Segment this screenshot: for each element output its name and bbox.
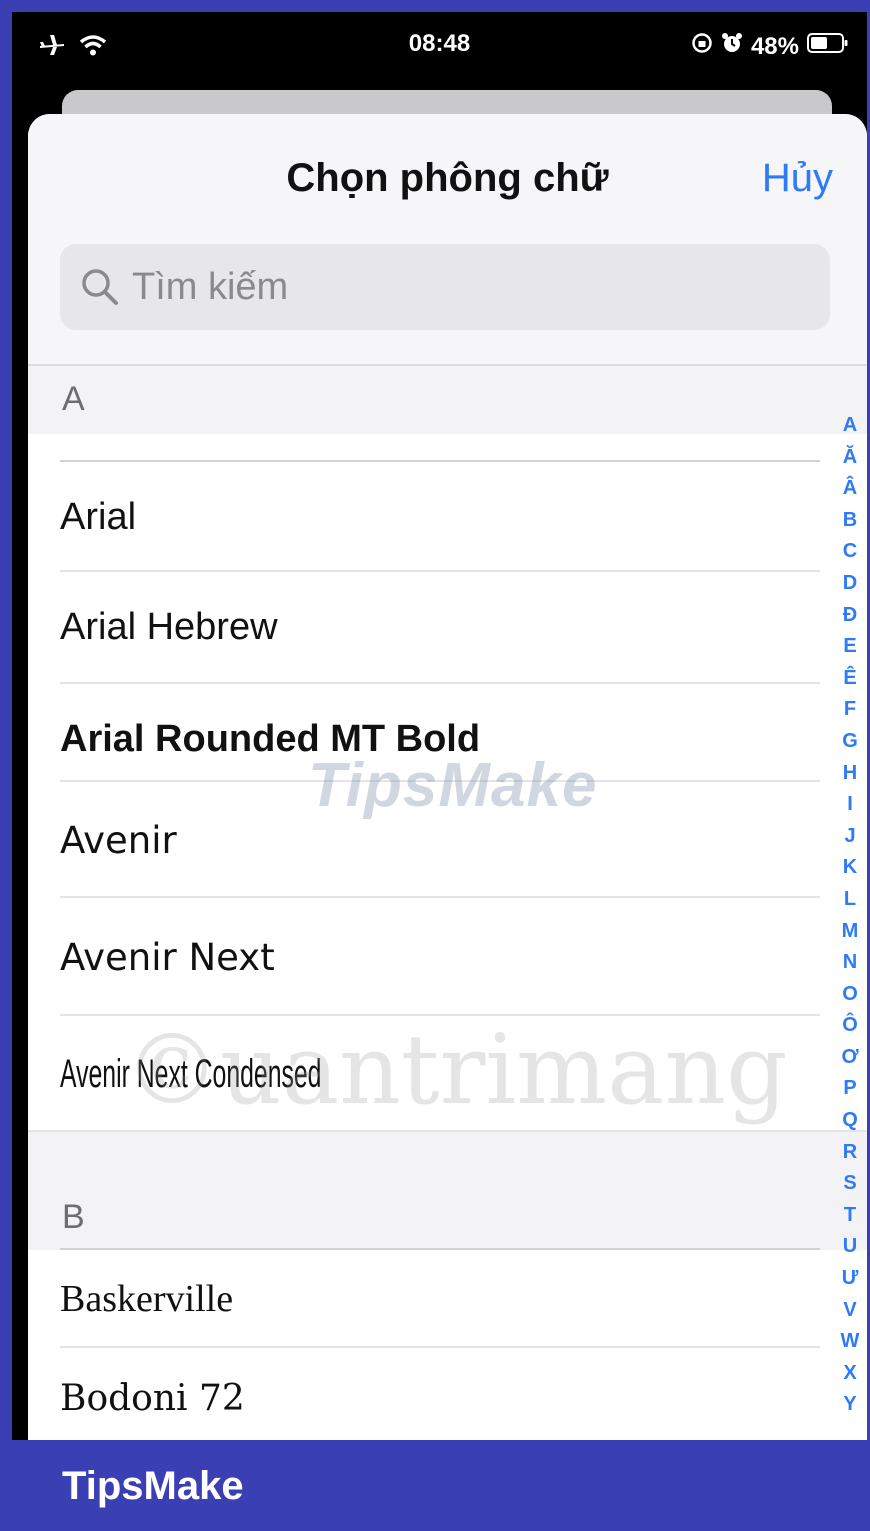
font-name: Avenir Next (60, 935, 275, 979)
index-letter[interactable]: Ơ (841, 1042, 858, 1074)
font-name: Baskerville (60, 1278, 234, 1320)
index-letter[interactable]: P (843, 1073, 856, 1105)
index-letter[interactable]: Đ (843, 600, 857, 632)
index-letter[interactable]: O (842, 979, 858, 1011)
section-header-b: B (28, 1130, 867, 1250)
font-name: Bodoni 72 (60, 1377, 245, 1419)
index-letter[interactable]: X (843, 1358, 856, 1390)
search-icon (78, 265, 122, 309)
alarm-icon (721, 32, 743, 61)
index-letter[interactable]: Ê (843, 663, 856, 695)
font-row-avenir-next[interactable]: Avenir Next (60, 896, 820, 1016)
section-letter: B (62, 1198, 85, 1236)
search-bar[interactable] (60, 244, 830, 330)
status-right: 48% (691, 32, 849, 61)
index-letter[interactable]: Q (842, 1105, 858, 1137)
index-letter[interactable]: Ô (842, 1010, 858, 1042)
index-letter[interactable]: R (843, 1137, 857, 1169)
index-letter[interactable]: D (843, 568, 857, 600)
index-letter[interactable]: Ă (843, 442, 857, 474)
rotation-lock-icon (691, 32, 713, 61)
index-letter[interactable]: H (843, 758, 857, 790)
sheet-header: Chọn phông chữ Hủy (28, 114, 867, 364)
index-letter[interactable]: Y (843, 1389, 856, 1421)
section-header-a: A (28, 364, 867, 434)
index-letter[interactable]: Ư (842, 1263, 859, 1295)
watermark-tipsmake: TipsMake (308, 751, 598, 820)
index-letter[interactable]: K (843, 852, 857, 884)
index-letter[interactable]: J (844, 821, 855, 853)
index-letter[interactable]: T (844, 1200, 856, 1232)
section-letter: A (62, 380, 85, 418)
index-letter[interactable]: U (843, 1231, 857, 1263)
index-letter[interactable]: N (843, 947, 857, 979)
font-row-baskerville[interactable]: Baskerville (60, 1248, 820, 1348)
watermark-quantrimang: ©uantrimang (124, 1014, 788, 1126)
font-name: Avenir (60, 818, 177, 862)
index-letter[interactable]: S (843, 1168, 856, 1200)
font-name: Arial (60, 495, 137, 538)
font-row-bodoni-72[interactable]: Bodoni 72 (60, 1346, 820, 1440)
index-letter[interactable]: E (843, 631, 856, 663)
index-letter[interactable]: I (847, 789, 853, 821)
status-bar: 08:48 48% (12, 12, 867, 82)
battery-percent: 48% (750, 32, 799, 60)
font-picker-sheet: Chọn phông chữ Hủy A Arial Arial Hebrew … (28, 114, 867, 1440)
alphabet-index[interactable]: A Ă Â B C D Đ E Ê F G H I J K L M N O Ô … (837, 410, 863, 1421)
index-letter[interactable]: C (843, 536, 857, 568)
search-input[interactable] (130, 264, 784, 310)
index-letter[interactable]: B (843, 505, 857, 537)
sheet-title: Chọn phông chữ (286, 156, 609, 200)
index-letter[interactable]: Â (843, 473, 857, 505)
index-letter[interactable]: F (844, 694, 856, 726)
index-letter[interactable]: W (841, 1326, 860, 1358)
cancel-button[interactable]: Hủy (762, 156, 833, 201)
footer-brand: TipsMake (62, 1464, 244, 1508)
font-row-arial-hebrew[interactable]: Arial Hebrew (60, 570, 820, 682)
font-row-arial[interactable]: Arial (60, 460, 820, 572)
font-name: Arial Hebrew (60, 605, 278, 648)
index-letter[interactable]: V (843, 1295, 856, 1327)
index-letter[interactable]: M (842, 916, 859, 948)
index-letter[interactable]: A (843, 410, 857, 442)
index-letter[interactable]: L (844, 884, 856, 916)
battery-icon (807, 32, 849, 61)
phone-screen: 08:48 48% Chọn phông chữ Hủy Tìm kiếm A … (12, 12, 867, 1440)
index-letter[interactable]: G (842, 726, 858, 758)
